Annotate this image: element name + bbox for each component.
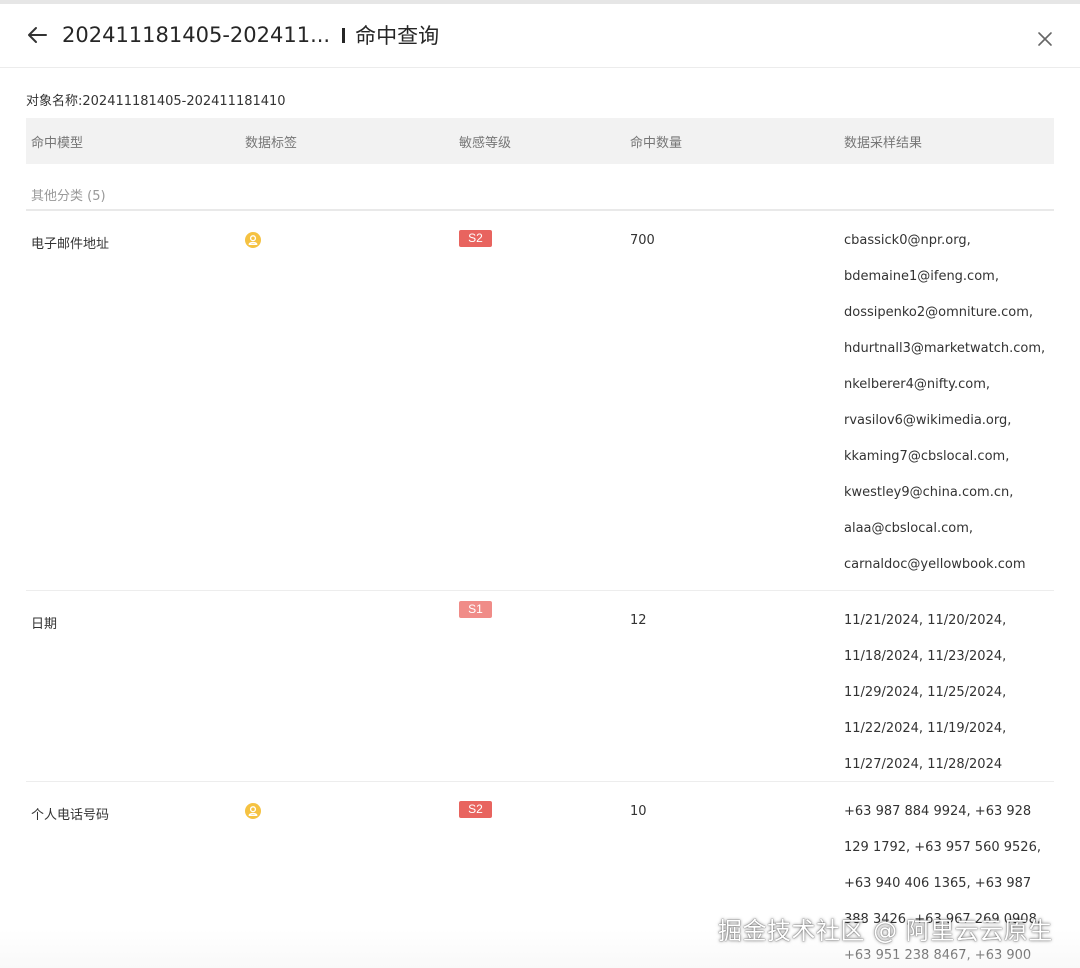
- column-header-sample-results: 数据采样结果: [844, 136, 923, 151]
- hit-result-table: 命中模型 数据标签 敏感等级 命中数量 数据采样结果 其他分类 (5) 电子邮件…: [26, 118, 1054, 963]
- sample-line: 11/18/2024, 11/23/2024,: [844, 649, 1007, 664]
- sample-line: +63 987 884 9924, +63 928: [844, 804, 1032, 819]
- title-separator: [342, 27, 346, 43]
- sensitivity-badge: S1: [459, 601, 492, 618]
- sample-line: alaa@cbslocal.com,: [844, 521, 974, 536]
- sample-line: 11/29/2024, 11/25/2024,: [844, 685, 1007, 700]
- column-header-sensitivity-level: 敏感等级: [459, 136, 512, 151]
- sample-results: cbassick0@npr.org, bdemaine1@ifeng.com, …: [844, 233, 1054, 593]
- column-header-hit-count: 命中数量: [630, 136, 683, 151]
- sample-line: dossipenko2@omniture.com,: [844, 305, 1034, 320]
- drawer-header: 202411181405-202411... 命中查询: [0, 4, 1080, 68]
- table-header: 命中模型 数据标签 敏感等级 命中数量 数据采样结果: [26, 118, 1054, 164]
- sample-line: carnaldoc@yellowbook.com: [844, 557, 1026, 572]
- sample-results: 11/21/2024, 11/20/2024, 11/18/2024, 11/2…: [844, 613, 1054, 793]
- title-label: 命中查询: [355, 24, 440, 48]
- table-row: 电子邮件地址 S2 700 cbassick0@npr.org, bdemain…: [26, 211, 1054, 591]
- hit-count: 12: [630, 613, 647, 628]
- model-name: 电子邮件地址: [31, 237, 110, 252]
- sample-line: kwestley9@china.com.cn,: [844, 485, 1014, 500]
- group-label: 其他分类 (5): [31, 189, 106, 204]
- sample-line: nkelberer4@nifty.com,: [844, 377, 991, 392]
- sample-line: hdurtnall3@marketwatch.com,: [844, 341, 1046, 356]
- column-header-data-tag: 数据标签: [245, 136, 298, 151]
- model-name: 个人电话号码: [31, 808, 110, 823]
- sample-line: rvasilov6@wikimedia.org,: [844, 413, 1012, 428]
- user-tag-icon[interactable]: [245, 803, 261, 819]
- group-row-other-category[interactable]: 其他分类 (5): [26, 164, 1054, 211]
- object-name: 对象名称:202411181405-202411181410: [26, 94, 286, 109]
- sensitivity-badge: S2: [459, 801, 492, 818]
- model-name: 日期: [31, 617, 58, 632]
- hit-count: 10: [630, 804, 647, 819]
- table-row: 日期 S1 12 11/21/2024, 11/20/2024, 11/18/2…: [26, 591, 1054, 782]
- arrow-left-icon[interactable]: [24, 22, 50, 48]
- sample-line: kkaming7@cbslocal.com,: [844, 449, 1010, 464]
- sample-line: +63 940 406 1365, +63 987: [844, 876, 1032, 891]
- sample-line: +63 951 238 8467, +63 900: [844, 948, 1032, 963]
- sample-line: bdemaine1@ifeng.com,: [844, 269, 999, 284]
- user-tag-icon[interactable]: [245, 232, 261, 248]
- page-title: 202411181405-202411... 命中查询: [62, 20, 439, 50]
- close-icon[interactable]: [1034, 28, 1056, 50]
- sample-line: 11/22/2024, 11/19/2024,: [844, 721, 1007, 736]
- sample-line: 11/21/2024, 11/20/2024,: [844, 613, 1007, 628]
- sample-line: cbassick0@npr.org,: [844, 233, 971, 248]
- watermark: 掘金技术社区 @ 阿里云云原生: [718, 917, 1053, 945]
- sensitivity-badge: S2: [459, 230, 492, 247]
- hit-count: 700: [630, 233, 655, 248]
- column-header-model: 命中模型: [31, 136, 84, 151]
- sample-line: 129 1792, +63 957 560 9526,: [844, 840, 1041, 855]
- title-object-id: 202411181405-202411...: [62, 23, 331, 47]
